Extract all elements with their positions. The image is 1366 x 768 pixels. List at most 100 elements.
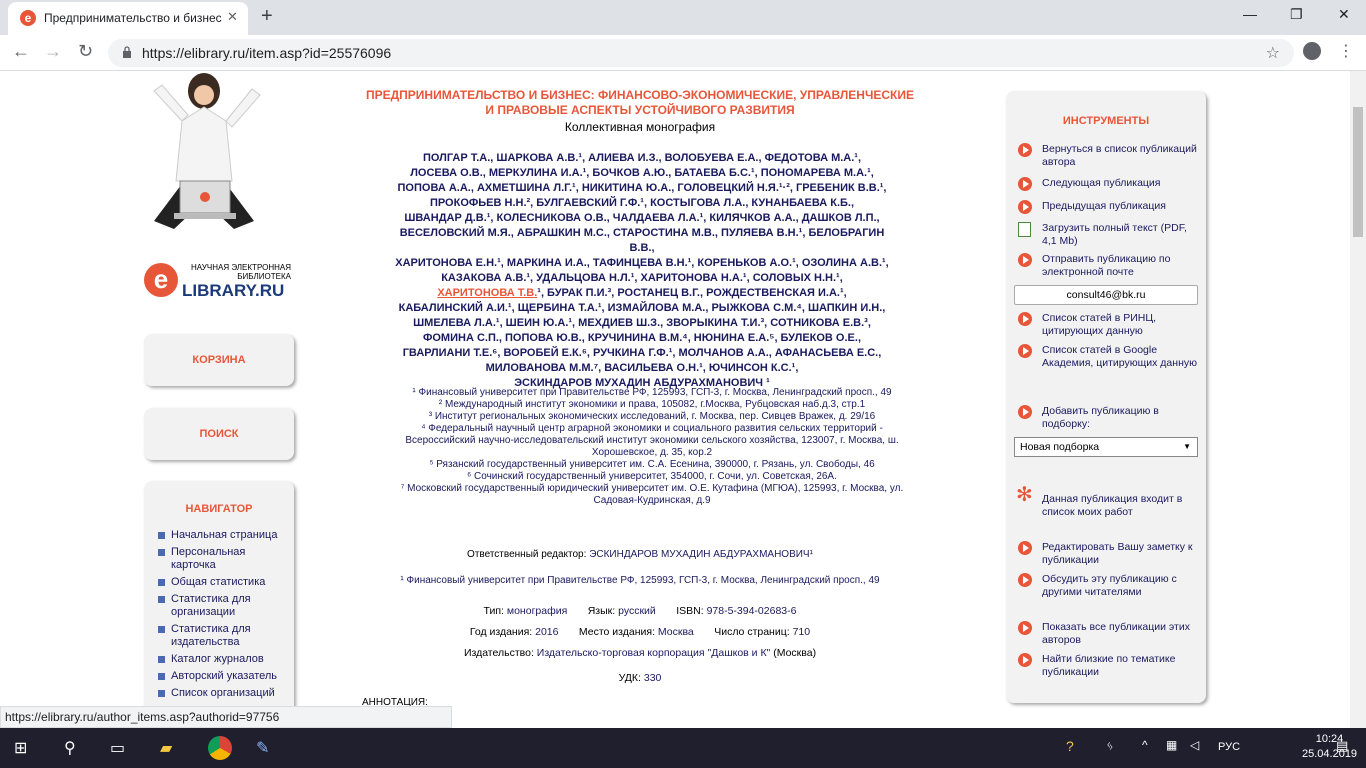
author-line[interactable]: ВЕСЕЛОВСКИЙ М.Я., АБРАШКИН М.С., СТАРОСТ… (392, 226, 892, 256)
minimize-icon[interactable]: — (1243, 6, 1257, 22)
meta-row-4: УДК: 330 (362, 672, 918, 684)
nav-item-author-index[interactable]: Авторский указатель (158, 670, 301, 683)
reload-icon[interactable]: ↻ (78, 41, 93, 62)
nav-item-general-stats[interactable]: Общая статистика (158, 576, 301, 589)
tool-label: Загрузить полный текст (PDF, 4,1 Mb) (1042, 222, 1187, 247)
help-icon[interactable]: ? (1066, 738, 1074, 754)
author-line[interactable]: ХАРИТОНОВА Е.Н.¹, МАРКИНА И.А., ТАФИНЦЕВ… (392, 256, 892, 271)
tool-rinc-citations[interactable]: Список статей в РИНЦ, цитирующих данную (1018, 312, 1202, 338)
tool-my-works[interactable]: ✻ Данная публикация входит в список моих … (1016, 485, 1202, 519)
nav-item-publisher-stats[interactable]: Статистика для издательства (158, 623, 281, 649)
system-clock[interactable]: 10:24 25.04.2019 (1302, 732, 1357, 762)
collection-select[interactable]: Новая подборка (1014, 437, 1198, 457)
navigator-panel: НАВИГАТОР Начальная страница Персональна… (144, 481, 294, 728)
author-line[interactable]: ПОПОВА А.А., АХМЕТШИНА Л.Г.¹, НИКИТИНА Ю… (392, 181, 892, 196)
search-label: ПОИСК (199, 428, 239, 440)
author-line[interactable]: ГВАРЛИАНИ Т.Е.⁶, ВОРОБЕЙ Е.К.⁶, РУЧКИНА … (392, 346, 892, 361)
page-scrollbar[interactable] (1350, 71, 1366, 728)
chrome-icon[interactable] (208, 736, 232, 760)
back-icon[interactable]: ← (12, 41, 30, 62)
arrow-right-icon (1018, 312, 1032, 326)
affiliation: ⁶ Сочинский государственный университет,… (467, 471, 837, 482)
elibrary-favicon-icon: e (20, 10, 36, 26)
author-line-rest[interactable]: ¹, БУРАК П.И.³, РОСТАНЕЦ В.Г., РОЖДЕСТВЕ… (537, 287, 846, 299)
nav-item-journal-catalog[interactable]: Каталог журналов (158, 653, 301, 666)
logo-line2: БИБЛИОТЕКА (237, 272, 291, 281)
tool-label: Добавить публикацию в подборку: (1042, 405, 1159, 430)
url-input[interactable]: https://elibrary.ru/item.asp?id=25576096… (108, 39, 1294, 67)
network-icon[interactable]: ▦ (1166, 738, 1177, 752)
author-line[interactable]: КАЗАКОВА А.В.¹, УДАЛЬЦОВА Н.Л.¹, ХАРИТОН… (392, 271, 892, 286)
search-icon[interactable]: ⚲ (64, 738, 76, 758)
author-line[interactable]: ЛОСЕВА О.В., МЕРКУЛИНА И.А.¹, БОЧКОВ А.Ю… (392, 166, 892, 181)
author-line[interactable]: ШВАНДАР Д.В.¹, КОЛЕСНИКОВА О.В., ЧАЛДАЕВ… (392, 211, 892, 226)
forward-icon[interactable]: → (44, 41, 62, 62)
task-view-icon[interactable]: ▭ (110, 738, 125, 758)
tool-edit-note[interactable]: Редактировать Вашу заметку к публикации (1018, 541, 1202, 567)
tool-google-scholar-citations[interactable]: Список статей в Google Академия, цитирую… (1018, 344, 1202, 370)
arrow-right-icon (1018, 621, 1032, 635)
arrow-right-icon (1018, 541, 1032, 555)
scrollbar-thumb[interactable] (1353, 107, 1363, 237)
nav-item-personal-card[interactable]: Персональная карточка (158, 546, 281, 572)
tray-chevron-icon[interactable]: ^ (1142, 738, 1148, 752)
tool-label: Данная публикация входит в список моих р… (1042, 493, 1183, 518)
people-icon[interactable]: ᛃ (1106, 738, 1114, 753)
nav-item-org-list[interactable]: Список организаций (158, 687, 301, 700)
clock-time: 10:24 (1315, 733, 1344, 745)
author-highlighted-link[interactable]: ХАРИТОНОВА Т.В. (437, 287, 537, 299)
windows-taskbar: ⊞ ⚲ ▭ ▰ ✎ ? ᛃ ^ ▦ ◁ РУС 10:24 25.04.2019… (0, 728, 1366, 768)
lock-icon (123, 46, 131, 58)
publisher-link[interactable]: Издательско-торговая корпорация "Дашков … (537, 647, 771, 659)
maximize-icon[interactable]: ❐ (1290, 6, 1303, 23)
udk-value[interactable]: 330 (644, 672, 662, 684)
tool-previous-publication[interactable]: Предыдущая публикация (1018, 200, 1202, 214)
author-line[interactable]: ШМЕЛЕВА Л.А.¹, ШЕИН Ю.А.¹, МЕХДИЕВ Ш.З.,… (392, 316, 892, 331)
affiliation: ² Международный институт экономики и пра… (438, 399, 866, 410)
meta-row-1: Тип: монография Язык: русский ISBN: 978-… (362, 605, 918, 617)
browser-menu-icon[interactable]: ⋮ (1338, 41, 1354, 61)
new-tab-icon[interactable]: + (261, 5, 273, 28)
elibrary-logo[interactable]: e НАУЧНАЯ ЭЛЕКТРОННАЯ БИБЛИОТЕКА LIBRARY… (144, 261, 294, 301)
publisher-city: (Москва) (773, 647, 817, 659)
tool-next-publication[interactable]: Следующая публикация (1018, 177, 1202, 191)
search-button[interactable]: ПОИСК (144, 408, 294, 460)
file-explorer-icon[interactable]: ▰ (160, 738, 172, 758)
tool-show-author-publications[interactable]: Показать все публикации этих авторов (1018, 621, 1202, 647)
tool-discuss[interactable]: Обсудить эту публикацию с другими читате… (1018, 573, 1202, 599)
tool-send-email[interactable]: Отправить публикацию по электронной почт… (1018, 253, 1202, 279)
status-bar-url: https://elibrary.ru/author_items.asp?aut… (0, 706, 452, 728)
close-window-icon[interactable]: ✕ (1338, 6, 1350, 23)
tool-back-to-author-list[interactable]: Вернуться в список публикаций автора (1018, 143, 1202, 169)
author-line[interactable]: ПРОКОФЬЕВ Н.Н.², БУЛГАЕВСКИЙ Г.Ф.¹, КОСТ… (392, 196, 892, 211)
tool-download-pdf[interactable]: Загрузить полный текст (PDF, 4,1 Mb) (1018, 222, 1202, 248)
bookmark-star-icon[interactable]: ☆ (1266, 43, 1280, 63)
nav-item-org-stats[interactable]: Статистика для организации (158, 593, 281, 619)
type-label: Тип: (483, 605, 504, 617)
author-line[interactable]: ПОЛГАР Т.А., ШАРКОВА А.В.¹, АЛИЕВА И.З.,… (392, 151, 892, 166)
web-page: e НАУЧНАЯ ЭЛЕКТРОННАЯ БИБЛИОТЕКА LIBRARY… (0, 71, 1350, 728)
editor-name[interactable]: ЭСКИНДАРОВ МУХАДИН АБДУРАХМАНОВИЧ¹ (589, 549, 813, 560)
notifications-icon[interactable]: ▤ (1336, 738, 1348, 754)
nav-item-home[interactable]: Начальная страница (158, 529, 301, 542)
arrow-right-icon (1018, 253, 1032, 267)
windows-start-icon[interactable]: ⊞ (14, 738, 27, 758)
tool-add-to-collection[interactable]: Добавить публикацию в подборку: (1018, 405, 1202, 431)
author-line[interactable]: КАБАЛИНСКИЙ А.И.¹, ЩЕРБИНА Т.А.¹, ИЗМАЙЛ… (392, 301, 892, 316)
publication-subtitle: Коллективная монография (564, 120, 716, 134)
tool-label: Список статей в Google Академия, цитирую… (1042, 344, 1197, 369)
profile-avatar-icon[interactable] (1303, 42, 1321, 60)
elibrary-e-logo-icon: e (144, 263, 178, 297)
cart-button[interactable]: КОРЗИНА (144, 334, 294, 386)
udk-label: УДК: (618, 672, 641, 684)
browser-tab[interactable]: e Предпринимательство и бизнес ✕ (8, 2, 248, 35)
author-line[interactable]: МИЛОВАНОВА М.М.⁷, ВАСИЛЬЕВА О.Н.¹, ЮЧИНС… (392, 361, 892, 376)
author-line[interactable]: ФОМИНА С.П., ПОПОВА Ю.В., КРУЧИНИНА В.М.… (392, 331, 892, 346)
paint-icon[interactable]: ✎ (256, 738, 269, 758)
tool-find-similar[interactable]: Найти близкие по тематике публикации (1018, 653, 1202, 679)
volume-icon[interactable]: ◁ (1190, 738, 1199, 752)
close-tab-icon[interactable]: ✕ (227, 9, 238, 25)
meta-row-2: Год издания: 2016 Место издания: Москва … (362, 626, 918, 638)
input-language[interactable]: РУС (1218, 741, 1240, 753)
email-field[interactable]: consult46@bk.ru (1014, 285, 1198, 305)
